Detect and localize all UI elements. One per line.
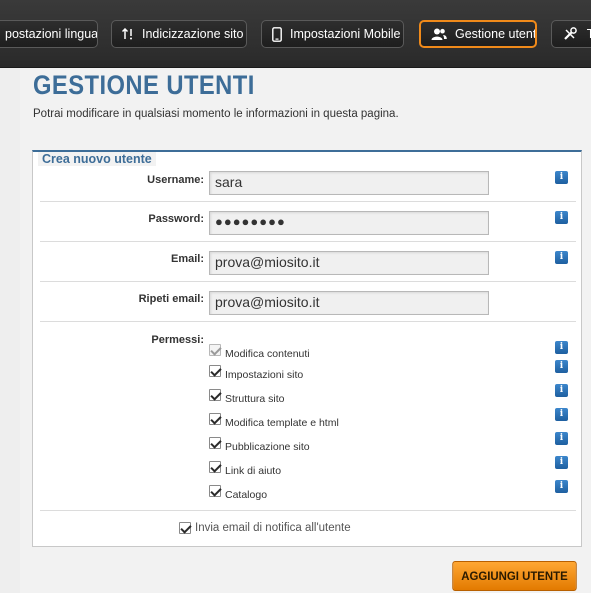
permission-catalog[interactable]: Catalogo: [209, 481, 267, 501]
permission-label: Impostazioni sito: [225, 369, 304, 381]
permission-checkbox[interactable]: [209, 413, 221, 425]
permission-publish-site[interactable]: Pubblicazione sito: [209, 433, 310, 453]
permission-site-structure[interactable]: Struttura sito: [209, 385, 285, 405]
username-info-icon[interactable]: i: [555, 171, 568, 184]
permission-info-icon[interactable]: i: [555, 408, 568, 421]
permissions-label: Permessi:: [151, 334, 204, 346]
add-user-button[interactable]: AGGIUNGI UTENTE: [452, 561, 577, 591]
separator: [40, 281, 576, 282]
page-title: GESTIONE UTENTI: [33, 70, 255, 100]
separator: [40, 510, 576, 511]
permission-label: Link di aiuto: [225, 465, 282, 477]
tab-site-indexing-label: Indicizzazione sito: [142, 27, 244, 41]
password-input[interactable]: ●●●●●●●●: [209, 211, 489, 235]
permission-info-icon[interactable]: i: [555, 341, 568, 354]
mobile-phone-icon: [272, 26, 282, 42]
email-info-icon[interactable]: i: [555, 251, 568, 264]
tab-mobile-settings[interactable]: Impostazioni Mobile: [261, 20, 404, 48]
notify-user-option[interactable]: Invia email di notifica all'utente: [179, 522, 351, 534]
users-icon: [431, 26, 447, 42]
tab-language-settings-label: postazioni lingua: [5, 27, 98, 41]
permission-label: Struttura sito: [225, 393, 285, 405]
separator: [40, 321, 576, 322]
permission-checkbox[interactable]: [209, 461, 221, 473]
tab-site-indexing[interactable]: Indicizzazione sito: [111, 20, 247, 48]
repeat-email-input[interactable]: prova@miosito.it: [209, 291, 489, 315]
tab-user-management[interactable]: Gestione utenti: [419, 20, 537, 48]
tab-mobile-settings-label: Impostazioni Mobile: [290, 27, 401, 41]
permission-label: Catalogo: [225, 489, 268, 501]
tab-language-settings[interactable]: postazioni lingua: [0, 20, 98, 48]
tab-tools[interactable]: Te: [551, 20, 591, 48]
permission-info-icon[interactable]: i: [555, 360, 568, 373]
permission-checkbox[interactable]: [209, 365, 221, 377]
permission-checkbox[interactable]: [209, 389, 221, 401]
permission-info-icon[interactable]: i: [555, 456, 568, 469]
password-label: Password:: [148, 213, 204, 225]
notify-checkbox[interactable]: [179, 522, 191, 534]
repeat-email-label: Ripeti email:: [138, 293, 204, 305]
email-label: Email:: [170, 253, 204, 265]
permission-help-link[interactable]: Link di aiuto: [209, 457, 281, 477]
page-subtitle: Potrai modificare in qualsiasi momento l…: [33, 108, 399, 120]
email-input[interactable]: prova@miosito.it: [209, 251, 489, 275]
permission-info-icon[interactable]: i: [555, 384, 568, 397]
permission-checkbox[interactable]: [209, 485, 221, 497]
separator: [40, 201, 576, 202]
username-input[interactable]: sara: [209, 171, 489, 195]
permission-checkbox[interactable]: [209, 344, 221, 356]
permission-label: Modifica template e html: [225, 417, 339, 429]
tab-user-management-label: Gestione utenti: [455, 27, 537, 41]
tab-tools-label: Te: [587, 27, 591, 41]
permission-site-settings[interactable]: Impostazioni sito: [209, 361, 303, 381]
fieldset-legend: Crea nuovo utente: [38, 152, 156, 166]
permission-info-icon[interactable]: i: [555, 480, 568, 493]
permission-label: Modifica contenuti: [225, 348, 310, 360]
notify-label: Invia email di notifica all'utente: [195, 522, 351, 534]
permission-edit-contents[interactable]: Modifica contenuti: [209, 340, 310, 360]
top-toolbar: postazioni lingua Indicizzazione sito Im…: [0, 0, 591, 68]
permission-checkbox[interactable]: [209, 437, 221, 449]
tools-icon: [562, 26, 579, 42]
permission-info-icon[interactable]: i: [555, 432, 568, 445]
permission-edit-template[interactable]: Modifica template e html: [209, 409, 339, 429]
sort-arrows-icon: [122, 26, 134, 42]
separator: [40, 241, 576, 242]
username-label: Username:: [147, 174, 204, 186]
password-info-icon[interactable]: i: [555, 211, 568, 224]
permission-label: Pubblicazione sito: [225, 441, 310, 453]
